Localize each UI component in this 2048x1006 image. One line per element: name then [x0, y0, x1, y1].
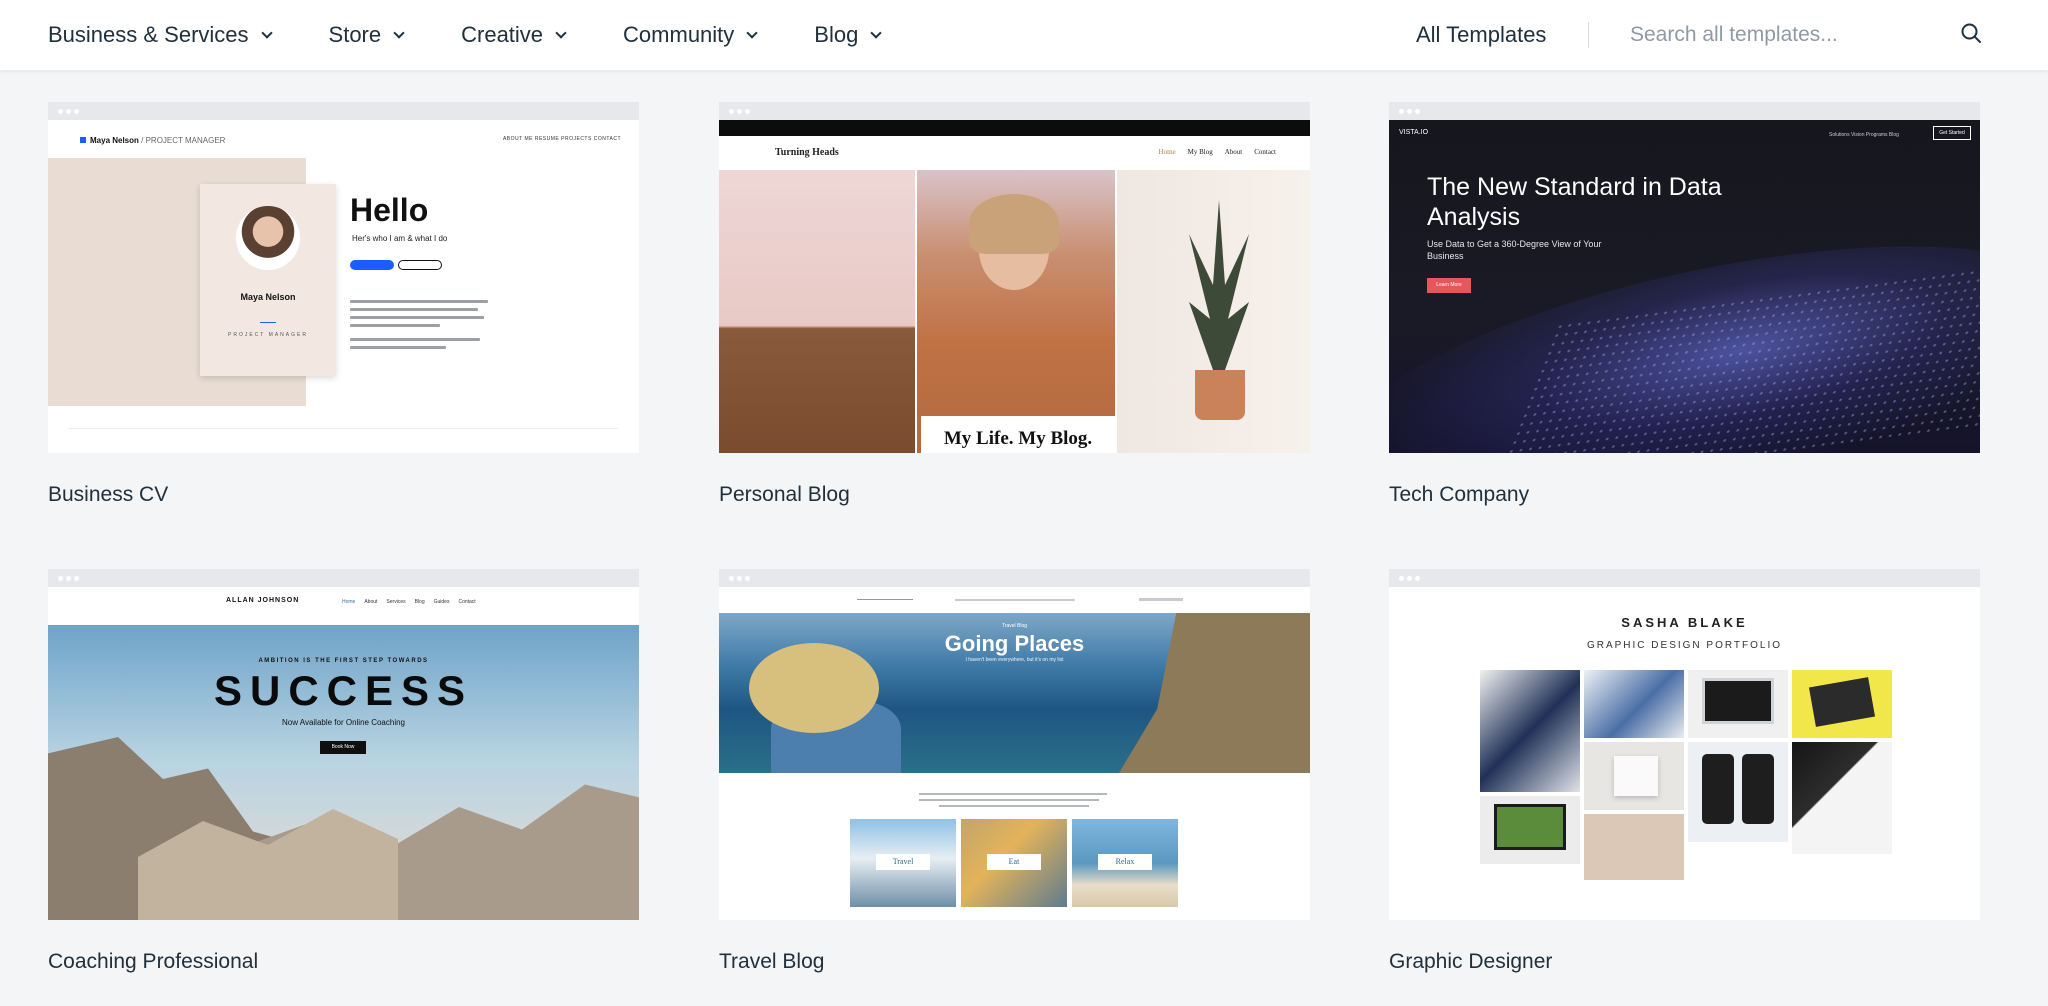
template-title[interactable]: Travel Blog — [719, 950, 1310, 974]
nav-business-services[interactable]: Business & Services — [48, 22, 273, 48]
photo-relax: Relax — [1072, 819, 1178, 907]
preview-logo: SASHA BLAKE — [1621, 615, 1748, 630]
browser-chrome — [1389, 102, 1980, 120]
preview-screen: VISTA.IO Solutions Vision Programs Blog … — [1389, 120, 1980, 453]
template-card-graphic-designer[interactable]: SASHA BLAKE GRAPHIC DESIGN PORTFOLIO Gra… — [1389, 569, 1980, 974]
browser-chrome — [719, 569, 1310, 587]
preview-caption: My Life. My Blog. — [921, 416, 1115, 453]
template-card-personal-blog[interactable]: Turning Heads Home My Blog About Contact My… — [719, 102, 1310, 507]
preview-logo: ALLAN JOHNSON — [226, 597, 300, 604]
nav-label: Blog — [814, 22, 859, 47]
nav-creative[interactable]: Creative — [461, 22, 567, 48]
preview-headline: Going Places — [944, 631, 1085, 656]
chevron-down-icon — [746, 26, 758, 39]
template-title[interactable]: Coaching Professional — [48, 950, 639, 974]
preview-logo: Turning Heads — [775, 147, 839, 158]
preview-headline: SUCCESS — [213, 667, 474, 714]
preview-screen: SASHA BLAKE GRAPHIC DESIGN PORTFOLIO — [1389, 587, 1980, 920]
template-card-travel-blog[interactable]: Travel Blog Going Places I haven't been … — [719, 569, 1310, 974]
nav-label: Community — [623, 22, 735, 47]
template-preview[interactable]: Turning Heads Home My Blog About Contact My… — [719, 102, 1310, 453]
divider — [1588, 22, 1589, 48]
nav-store[interactable]: Store — [328, 22, 405, 48]
template-title[interactable]: Personal Blog — [719, 483, 1310, 507]
all-templates-link[interactable]: All Templates — [1416, 22, 1546, 48]
template-title[interactable]: Graphic Designer — [1389, 950, 1980, 974]
preview-headline: The New Standard in Data Analysis — [1427, 173, 1722, 231]
chevron-down-icon — [260, 26, 273, 39]
browser-chrome — [1389, 569, 1980, 587]
chevron-down-icon — [870, 26, 883, 39]
photo-plant — [1117, 170, 1310, 453]
preview-logo: Maya Nelson — [90, 136, 139, 145]
preview-nav-links: ABOUT ME RESUME PROJECTS CONTACT — [502, 136, 621, 142]
nav-label: Business & Services — [48, 22, 249, 47]
nav-label: Store — [328, 22, 382, 47]
photo-travel: Travel — [850, 819, 956, 907]
template-preview[interactable]: Travel Blog Going Places I haven't been … — [719, 569, 1310, 920]
browser-chrome — [48, 569, 639, 587]
chevron-down-icon — [393, 26, 405, 39]
browser-chrome — [48, 102, 639, 120]
template-title[interactable]: Tech Company — [1389, 483, 1980, 507]
preview-screen: Travel Blog Going Places I haven't been … — [719, 587, 1310, 920]
search-icon[interactable] — [1960, 22, 1982, 44]
photo-eat: Eat — [961, 819, 1067, 907]
template-preview[interactable]: VISTA.IO Solutions Vision Programs Blog … — [1389, 102, 1980, 453]
category-nav: Business & Services Store Creative Commu… — [48, 0, 883, 70]
search-input[interactable] — [1630, 18, 1930, 52]
preview-screen: Turning Heads Home My Blog About Contact My… — [719, 120, 1310, 453]
template-card-coaching-professional[interactable]: ALLAN JOHNSON Home About Services Blog Guide… — [48, 569, 639, 974]
template-title[interactable]: Business CV — [48, 483, 639, 507]
template-preview[interactable]: Maya Nelson / PROJECT MANAGER ABOUT ME R… — [48, 102, 639, 453]
preview-logo: VISTA.IO — [1399, 129, 1429, 136]
chevron-down-icon — [555, 26, 567, 39]
top-nav-bar: Business & Services Store Creative Commu… — [0, 0, 2048, 70]
template-card-business-cv[interactable]: Maya Nelson / PROJECT MANAGER ABOUT ME R… — [48, 102, 639, 507]
template-card-tech-company[interactable]: VISTA.IO Solutions Vision Programs Blog … — [1389, 102, 1980, 507]
browser-chrome — [719, 102, 1310, 120]
preview-screen: Maya Nelson / PROJECT MANAGER ABOUT ME R… — [48, 120, 639, 453]
photo-desk — [719, 170, 915, 453]
photo-portrait — [917, 170, 1115, 453]
template-preview[interactable]: ALLAN JOHNSON Home About Services Blog Guide… — [48, 569, 639, 920]
preview-headline: Hello — [350, 192, 429, 228]
template-preview[interactable]: SASHA BLAKE GRAPHIC DESIGN PORTFOLIO — [1389, 569, 1980, 920]
avatar — [236, 206, 300, 270]
profile-card: Maya Nelson PROJECT MANAGER — [200, 184, 336, 376]
nav-blog[interactable]: Blog — [814, 22, 883, 48]
nav-label: Creative — [461, 22, 544, 47]
nav-community[interactable]: Community — [623, 22, 758, 48]
preview-screen: ALLAN JOHNSON Home About Services Blog Guide… — [48, 587, 639, 920]
